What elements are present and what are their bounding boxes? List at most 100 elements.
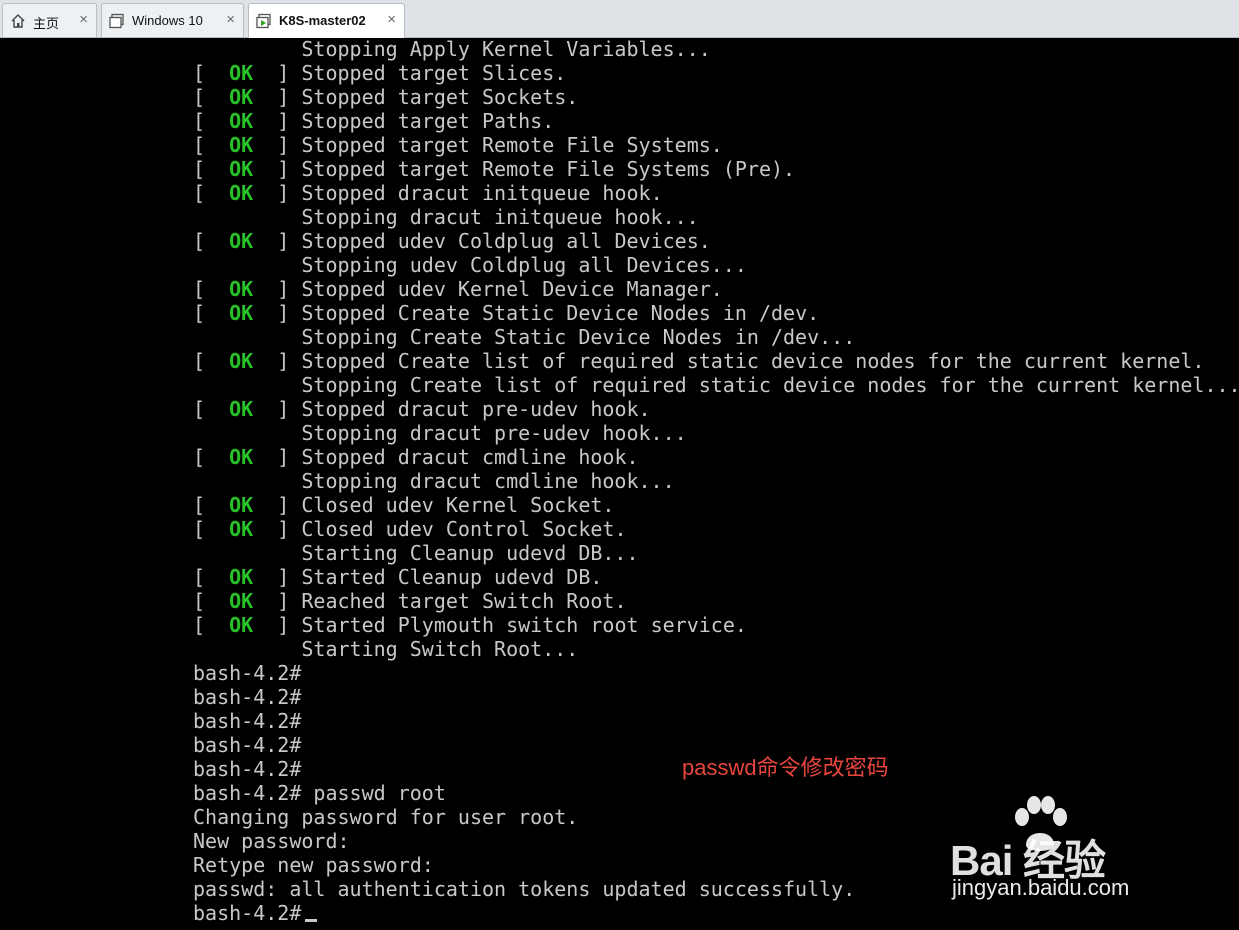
text-cursor (305, 919, 318, 922)
console-line-text: Stopped target Sockets. (301, 85, 579, 109)
console-line-text: Closed udev Control Socket. (301, 517, 627, 541)
console-line-text: Stopping dracut pre-udev hook... (193, 421, 687, 445)
console-line-text: Stopped udev Coldplug all Devices. (301, 229, 711, 253)
status-bracket-close: ] (253, 61, 302, 85)
status-bracket-close: ] (253, 277, 302, 301)
console-line: New password: (193, 829, 350, 853)
status-ok-label: OK (229, 109, 254, 133)
status-bracket-open: [ (193, 565, 230, 589)
console-line-text: Started Plymouth switch root service. (301, 613, 747, 637)
annotation-text: passwd命令修改密码 (682, 755, 889, 780)
console-line-text: New password: (193, 829, 350, 853)
console-line: bash-4.2# (193, 901, 318, 925)
tab-label: K8S-master02 (279, 13, 366, 28)
tab-k8s-master02[interactable]: K8S-master02 × (248, 3, 405, 38)
console-line-text: bash-4.2# passwd root (193, 781, 446, 805)
console-line-text: Retype new password: (193, 853, 434, 877)
baidu-jingyan-watermark: Bai 经验 jingyan.baidu.com (950, 796, 1210, 907)
status-bracket-close: ] (253, 109, 302, 133)
console-line: bash-4.2# (193, 661, 301, 685)
console-line-text: Stopped Create list of required static d… (301, 349, 1205, 373)
status-bracket-open: [ (193, 589, 230, 613)
status-bracket-close: ] (253, 517, 302, 541)
status-bracket-close: ] (253, 589, 302, 613)
console-line: Stopping Create list of required static … (193, 373, 1239, 397)
console-line: passwd: all authentication tokens update… (193, 877, 855, 901)
console-line-text: bash-4.2# (193, 733, 302, 757)
watermark-url: jingyan.baidu.com (952, 875, 1130, 900)
console-line: bash-4.2# (193, 757, 301, 781)
status-bracket-close: ] (253, 133, 302, 157)
console-line-text: Stopping dracut initqueue hook... (193, 205, 699, 229)
vm-window-icon (109, 13, 125, 29)
status-ok-label: OK (229, 277, 254, 301)
console-line: Starting Switch Root... (193, 637, 578, 661)
console-line: [ OK ] Stopped Create Static Device Node… (193, 301, 819, 325)
console-line: Stopping udev Coldplug all Devices... (193, 253, 747, 277)
tab-home[interactable]: 主页 × (2, 3, 97, 37)
console-line-text: Stopping dracut cmdline hook... (193, 469, 675, 493)
console-line-text: bash-4.2# (193, 709, 302, 733)
console-line-text: bash-4.2# (193, 901, 302, 925)
console-line: bash-4.2# (193, 685, 301, 709)
console-line: bash-4.2# (193, 733, 301, 757)
status-bracket-close: ] (253, 445, 302, 469)
tab-bar: 主页 × Windows 10 × K8S-master02 × (0, 0, 1239, 38)
console-line: [ OK ] Closed udev Kernel Socket. (193, 493, 614, 517)
status-ok-label: OK (229, 613, 254, 637)
status-ok-label: OK (229, 565, 254, 589)
console-line-text: Stopped udev Kernel Device Manager. (301, 277, 723, 301)
console-line-text: Stopped target Remote File Systems. (301, 133, 723, 157)
status-ok-label: OK (229, 229, 254, 253)
status-bracket-open: [ (193, 133, 230, 157)
console-line: [ OK ] Stopped target Remote File System… (193, 133, 723, 157)
close-icon[interactable]: × (226, 11, 235, 29)
vm-running-icon (256, 13, 272, 29)
console-line: Stopping Apply Kernel Variables... (193, 38, 710, 61)
console-line-text: passwd: all authentication tokens update… (193, 877, 856, 901)
close-icon[interactable]: × (387, 11, 396, 29)
console-line-text: Started Cleanup udevd DB. (301, 565, 603, 589)
console-line-text: Stopped dracut initqueue hook. (301, 181, 663, 205)
console-line-text: Starting Switch Root... (193, 637, 579, 661)
status-bracket-open: [ (193, 229, 230, 253)
console-line-text: Changing password for user root. (193, 805, 579, 829)
console-line-text: Stopping udev Coldplug all Devices... (193, 253, 747, 277)
console-line: [ OK ] Stopped dracut pre-udev hook. (193, 397, 651, 421)
console-line-text: bash-4.2# (193, 757, 302, 781)
console-line-text: Reached target Switch Root. (301, 589, 627, 613)
console-line: Stopping dracut initqueue hook... (193, 205, 699, 229)
status-bracket-close: ] (253, 181, 302, 205)
console-line: [ OK ] Started Cleanup udevd DB. (193, 565, 602, 589)
console-line-text: Closed udev Kernel Socket. (301, 493, 615, 517)
status-bracket-close: ] (253, 85, 302, 109)
home-icon (10, 13, 26, 29)
status-ok-label: OK (229, 445, 254, 469)
console-line: [ OK ] Stopped udev Kernel Device Manage… (193, 277, 723, 301)
console-line: [ OK ] Reached target Switch Root. (193, 589, 627, 613)
tab-windows-10[interactable]: Windows 10 × (101, 3, 244, 37)
console-line: Changing password for user root. (193, 805, 578, 829)
console-line-text: bash-4.2# (193, 685, 302, 709)
console-line-text: Starting Cleanup udevd DB... (193, 541, 639, 565)
console-line: Retype new password: (193, 853, 434, 877)
status-ok-label: OK (229, 181, 254, 205)
status-bracket-close: ] (253, 493, 302, 517)
status-bracket-open: [ (193, 301, 230, 325)
tab-label: Windows 10 (132, 13, 203, 28)
status-ok-label: OK (229, 133, 254, 157)
status-ok-label: OK (229, 157, 254, 181)
status-bracket-open: [ (193, 277, 230, 301)
console-line: [ OK ] Stopped target Paths. (193, 109, 554, 133)
tab-label: 主页 (33, 16, 60, 31)
status-ok-label: OK (229, 349, 254, 373)
status-ok-label: OK (229, 517, 254, 541)
close-icon[interactable]: × (79, 11, 88, 29)
console-line-text: Stopped dracut pre-udev hook. (301, 397, 651, 421)
console-line-text: Stopping Create Static Device Nodes in /… (193, 325, 856, 349)
console-line-text: Stopped target Slices. (301, 61, 567, 85)
console-line: bash-4.2# passwd root (193, 781, 446, 805)
status-ok-label: OK (229, 301, 254, 325)
console-line-text: Stopped target Remote File Systems (Pre)… (301, 157, 796, 181)
status-bracket-close: ] (253, 349, 302, 373)
